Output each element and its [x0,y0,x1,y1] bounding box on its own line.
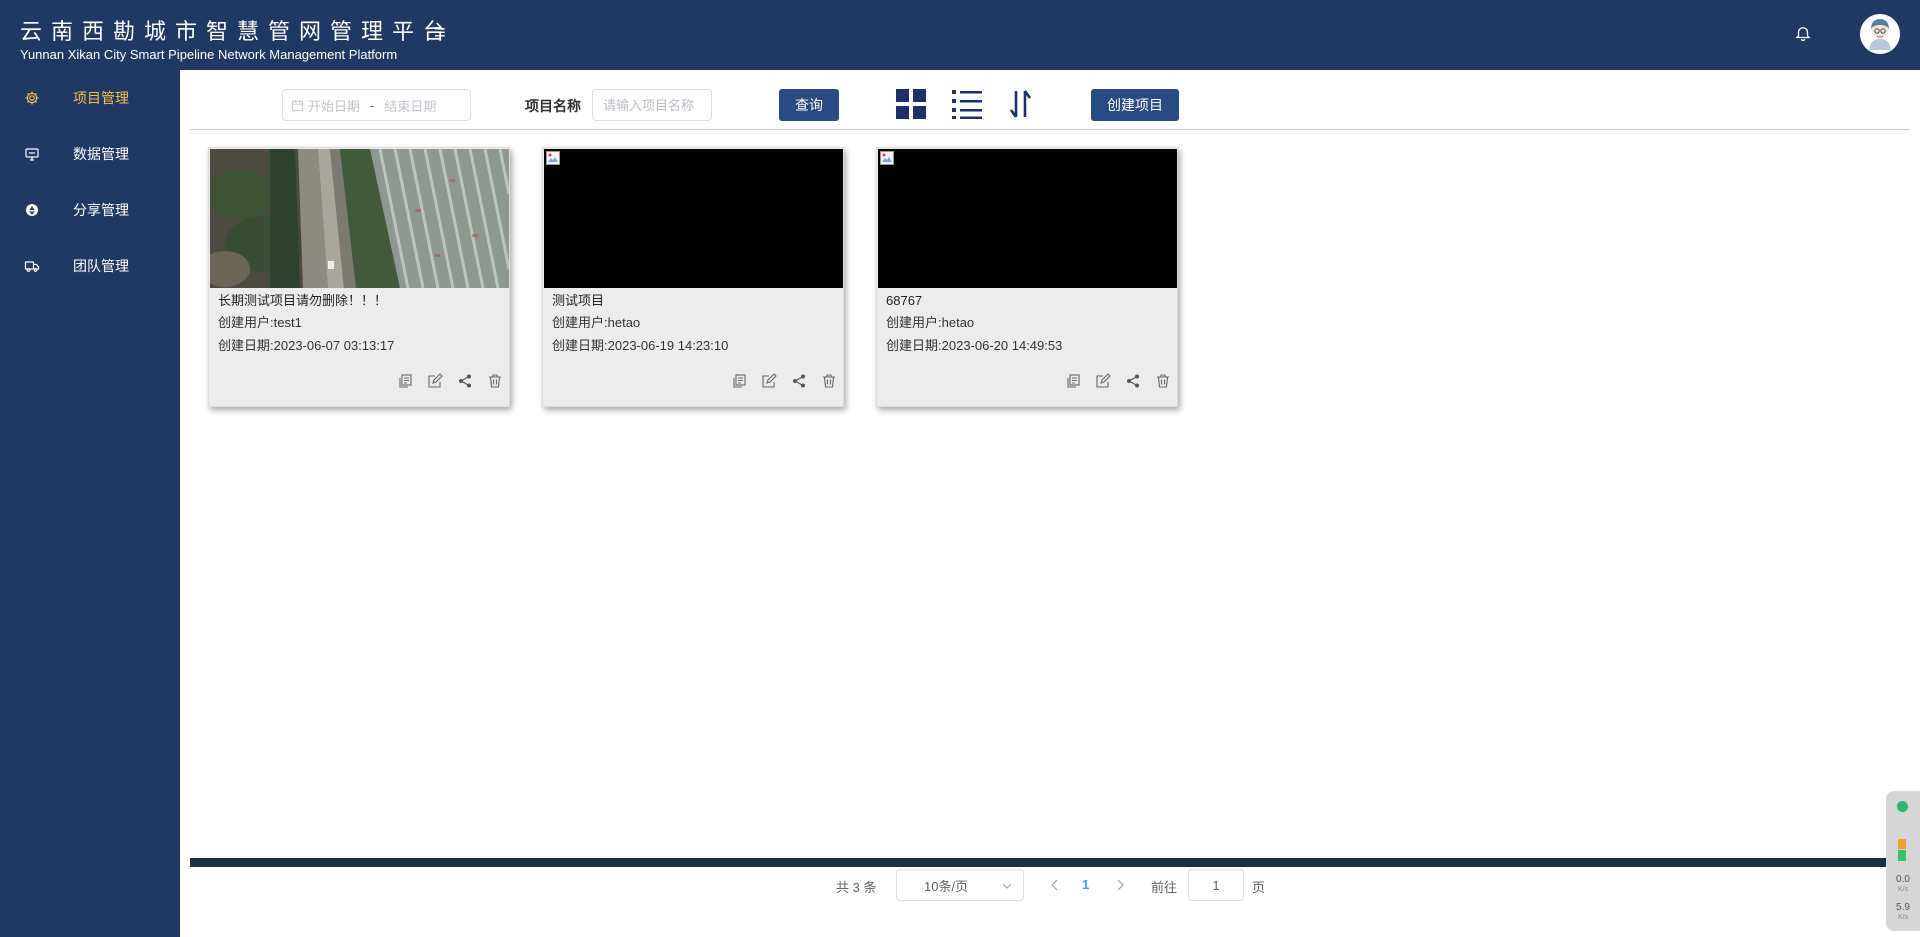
copy-icon[interactable] [1065,373,1081,389]
brand: 云南西勘城市智慧管网管理平台 Yunnan Xikan City Smart P… [20,20,454,63]
project-thumbnail[interactable] [878,149,1177,288]
project-created-date: 创建日期:2023-06-20 14:49:53 [886,337,1062,355]
divider [190,129,1910,130]
creator-value: hetao [941,315,975,330]
date-value: 2023-06-20 14:49:53 [941,338,1063,353]
creator-label: 创建用户: [552,315,608,330]
project-title: 长期测试项目请勿删除！！！ [218,293,388,308]
prev-page-icon[interactable] [1048,878,1062,892]
download-speed: 5.9 [1896,902,1910,913]
page-size-select[interactable]: 10条/页 [896,869,1024,901]
project-thumbnail[interactable] [210,149,509,288]
status-dot [1897,801,1908,812]
card-actions [731,373,837,389]
top-header: 云南西勘城市智慧管网管理平台 Yunnan Xikan City Smart P… [0,0,1920,70]
sort-icon[interactable] [1004,87,1038,121]
network-speed-widget[interactable]: 0.0 K/s 5.9 K/s [1886,791,1920,931]
project-title: 68767 [886,293,923,308]
share-icon[interactable] [1125,373,1141,389]
avatar[interactable] [1860,14,1900,54]
app-title: 云南西勘城市智慧管网管理平台 [20,20,455,45]
aerial-image [210,149,509,288]
query-button[interactable]: 查询 [779,89,839,121]
card-actions [397,373,503,389]
card-actions [1065,373,1171,389]
project-creator: 创建用户:hetao [552,314,640,332]
end-date-placeholder[interactable]: 结束日期 [384,96,436,115]
copy-icon[interactable] [397,373,413,389]
project-name-input[interactable] [592,89,712,121]
project-created-date: 创建日期:2023-06-19 14:23:10 [552,337,728,355]
project-thumbnail[interactable] [544,149,843,288]
truck-icon [24,261,40,272]
delete-icon[interactable] [1155,373,1171,389]
horizontal-scrollbar[interactable] [190,858,1910,867]
sidebar-item-team[interactable]: 团队管理 [0,246,180,286]
chevron-down-icon [1002,883,1012,889]
edit-icon[interactable] [1095,373,1111,389]
date-value: 2023-06-19 14:23:10 [607,338,729,353]
monitor-icon [25,148,39,161]
creator-value: test1 [273,315,302,330]
project-card[interactable]: 测试项目 创建用户:hetao 创建日期:2023-06-19 14:23:10 [542,147,844,407]
range-separator: - [370,97,375,113]
speed-bars-icon [1898,839,1906,861]
calendar-icon [291,99,304,111]
start-date-placeholder[interactable]: 开始日期 [308,96,360,115]
date-range-picker[interactable]: 开始日期 - 结束日期 [282,89,471,121]
creator-label: 创建用户: [218,315,274,330]
project-creator: 创建用户:test1 [218,314,302,332]
creator-label: 创建用户: [886,315,942,330]
sidebar-item-data[interactable]: 数据管理 [0,134,180,174]
upload-speed: 0.0 [1896,874,1910,885]
project-creator: 创建用户:hetao [886,314,974,332]
broken-image-icon [546,151,560,165]
creator-value: hetao [607,315,641,330]
delete-icon[interactable] [487,373,503,389]
edit-icon[interactable] [761,373,777,389]
gear-icon [25,91,39,105]
page-number-current[interactable]: 1 [1082,877,1089,892]
menu-toggle-icon[interactable]: ≡ [434,22,446,44]
sidebar: 项目管理 数据管理 分享管理 团队管理 [0,70,180,937]
sidebar-item-label: 项目管理 [73,90,129,106]
share-icon[interactable] [457,373,473,389]
project-card[interactable]: 68767 创建用户:hetao 创建日期:2023-06-20 14:49:5… [876,147,1178,407]
grid-view-icon[interactable] [894,87,928,121]
date-label: 创建日期: [218,338,274,353]
project-card[interactable]: 长期测试项目请勿删除！！！ 创建用户:test1 创建日期:2023-06-07… [208,147,510,407]
sidebar-item-label: 数据管理 [73,146,129,162]
project-created-date: 创建日期:2023-06-07 03:13:17 [218,337,394,355]
goto-page-input[interactable] [1188,869,1244,901]
next-page-icon[interactable] [1113,878,1127,892]
sidebar-item-share[interactable]: 分享管理 [0,190,180,230]
bell-icon[interactable] [1794,24,1812,42]
project-title: 测试项目 [552,293,605,308]
date-value: 2023-06-07 03:13:17 [273,338,395,353]
project-name-label: 项目名称 [525,98,581,114]
download-unit: K/s [1897,914,1909,921]
page-size-value: 10条/页 [924,878,969,894]
sidebar-item-label: 分享管理 [73,202,129,218]
aperture-icon [26,204,38,216]
app-subtitle: Yunnan Xikan City Smart Pipeline Network… [20,47,398,62]
broken-image-icon [880,151,894,165]
date-label: 创建日期: [552,338,608,353]
pagination-total: 共 3 条 [836,880,877,895]
user-avatar-icon [1860,14,1900,54]
create-project-button[interactable]: 创建项目 [1091,89,1179,121]
delete-icon[interactable] [821,373,837,389]
copy-icon[interactable] [731,373,747,389]
upload-unit: K/s [1897,886,1909,893]
goto-unit: 页 [1252,880,1266,895]
goto-label: 前往 [1151,880,1178,895]
share-icon[interactable] [791,373,807,389]
date-label: 创建日期: [886,338,942,353]
sidebar-item-projects[interactable]: 项目管理 [0,78,180,118]
edit-icon[interactable] [427,373,443,389]
list-view-icon[interactable] [950,87,984,121]
sidebar-item-label: 团队管理 [73,258,129,274]
